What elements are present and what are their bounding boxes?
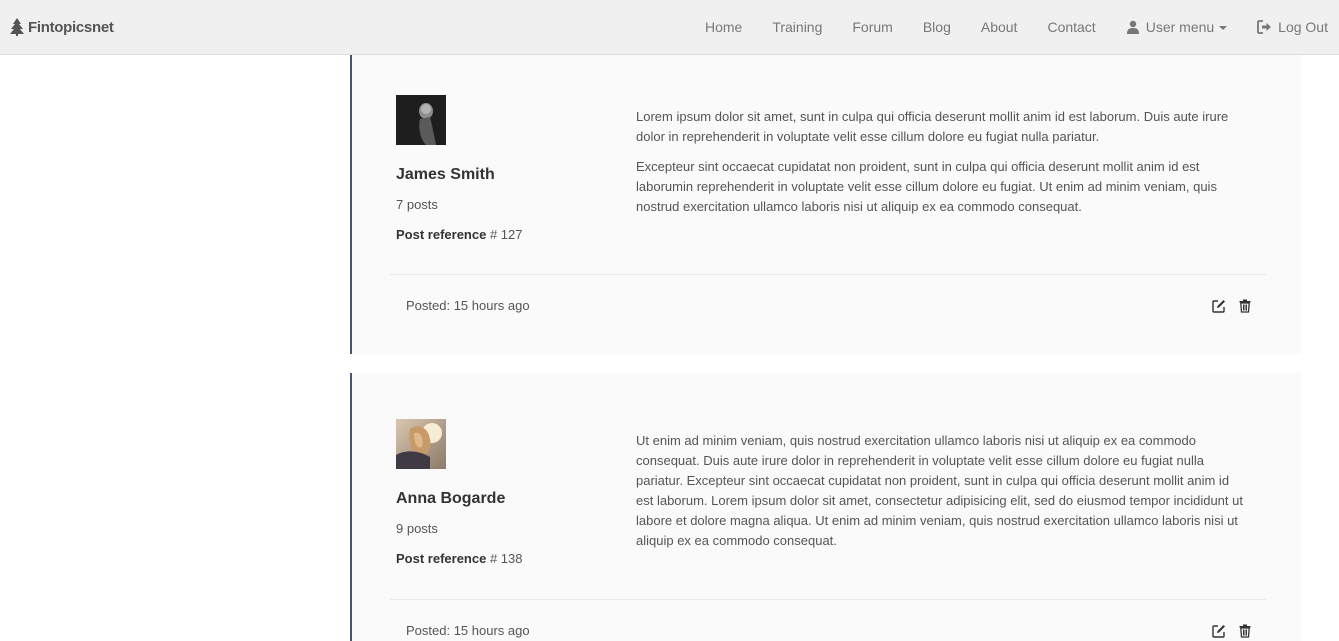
post-author-panel: James Smith 7 posts Post reference # 127 xyxy=(396,95,596,243)
post-reference-label: Post reference xyxy=(396,227,487,242)
post-body: Ut enim ad minim veniam, quis nostrud ex… xyxy=(636,431,1246,561)
nav-training[interactable]: Training xyxy=(757,0,837,54)
main-nav: Home Training Forum Blog About Contact U… xyxy=(690,0,1339,54)
brand-logo[interactable]: Fintopicsnet xyxy=(10,17,114,37)
avatar[interactable] xyxy=(396,419,446,469)
edit-icon[interactable] xyxy=(1212,299,1226,313)
post-actions xyxy=(1212,299,1252,313)
posted-time: Posted: 15 hours ago xyxy=(406,623,530,638)
post-paragraph: Ut enim ad minim veniam, quis nostrud ex… xyxy=(636,433,1243,548)
user-menu-label: User menu xyxy=(1145,19,1215,35)
trash-icon[interactable] xyxy=(1238,299,1252,313)
post-reference-value: # 138 xyxy=(489,551,523,566)
avatar[interactable] xyxy=(396,95,446,145)
forum-post: Anna Bogarde 9 posts Post reference # 13… xyxy=(350,373,1302,641)
brand-name: Fintopicsnet xyxy=(28,18,114,36)
divider xyxy=(390,599,1266,600)
nav-log-out[interactable]: Log Out xyxy=(1242,0,1339,54)
log-out-label: Log Out xyxy=(1278,19,1328,35)
nav-contact[interactable]: Contact xyxy=(1032,0,1110,54)
post-paragraph: Excepteur sint occaecat cupidatat non pr… xyxy=(636,159,1217,214)
post-reference: Post reference # 138 xyxy=(396,551,596,567)
posted-time: Posted: 15 hours ago xyxy=(406,298,530,313)
nav-forum[interactable]: Forum xyxy=(837,0,907,54)
tree-icon xyxy=(10,18,24,36)
author-post-count: 7 posts xyxy=(396,197,438,212)
caret-down-icon xyxy=(1219,26,1228,30)
log-out-icon xyxy=(1257,20,1272,34)
post-reference: Post reference # 127 xyxy=(396,227,596,243)
author-name[interactable]: James Smith xyxy=(396,166,596,184)
author-name[interactable]: Anna Bogarde xyxy=(396,490,596,508)
trash-icon[interactable] xyxy=(1238,624,1252,638)
nav-home[interactable]: Home xyxy=(690,0,757,54)
divider xyxy=(390,274,1266,275)
author-post-count: 9 posts xyxy=(396,521,438,536)
nav-user-menu[interactable]: User menu xyxy=(1111,0,1242,54)
post-body: Lorem ipsum dolor sit amet, sunt in culp… xyxy=(636,107,1246,227)
user-icon xyxy=(1126,20,1140,34)
edit-icon[interactable] xyxy=(1212,624,1226,638)
post-reference-label: Post reference xyxy=(396,551,487,566)
post-reference-value: # 127 xyxy=(489,227,523,242)
nav-about[interactable]: About xyxy=(966,0,1033,54)
forum-post: James Smith 7 posts Post reference # 127… xyxy=(350,55,1302,354)
post-actions xyxy=(1212,624,1252,638)
navbar: Fintopicsnet Home Training Forum Blog Ab… xyxy=(0,0,1339,55)
post-author-panel: Anna Bogarde 9 posts Post reference # 13… xyxy=(396,419,596,567)
post-paragraph: Lorem ipsum dolor sit amet, sunt in culp… xyxy=(636,109,1229,144)
nav-blog[interactable]: Blog xyxy=(908,0,966,54)
